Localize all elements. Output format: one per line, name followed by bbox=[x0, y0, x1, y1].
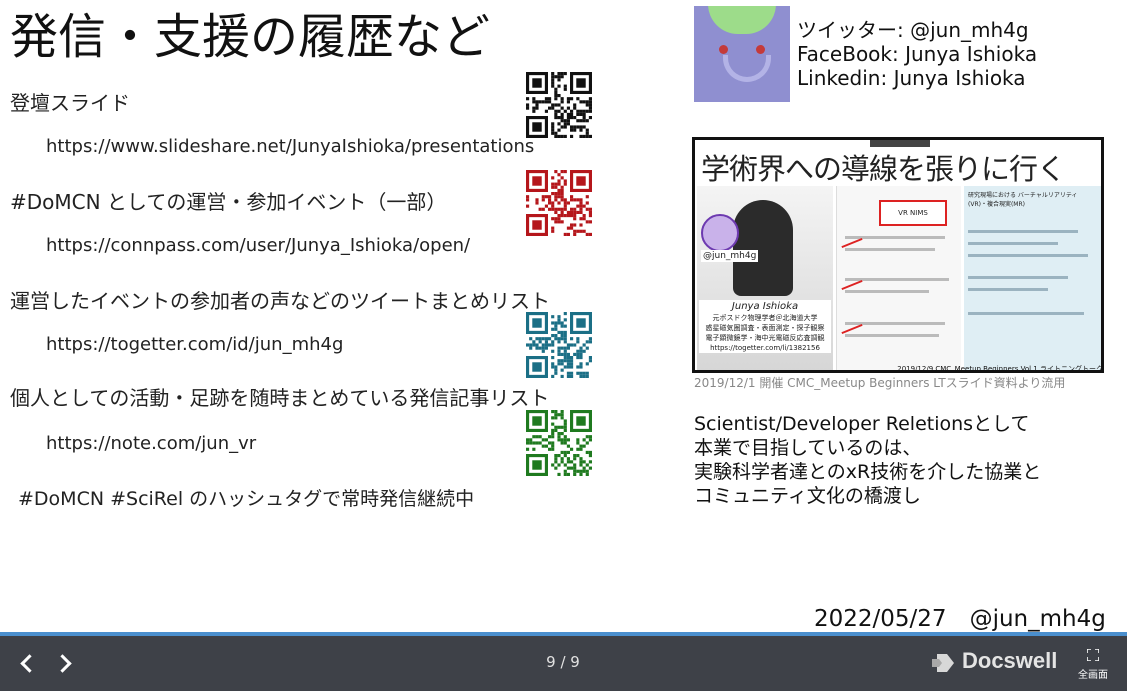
poster-line bbox=[968, 312, 1084, 315]
docswell-logo-icon bbox=[932, 654, 954, 672]
embedded-slide-thumbnail: 学術界への導線を張りに行く @jun_mh4g Junya Ishioka 元ポ… bbox=[692, 137, 1104, 373]
thumbnail-title: 学術界への導線を張りに行く bbox=[701, 152, 1066, 186]
slide-title: 発信・支援の履歴など bbox=[10, 9, 491, 65]
avatar-left-eye bbox=[719, 45, 728, 54]
event-poster: 研究現場における バーチャルリアリティ(VR)・複合現実(MR) bbox=[964, 186, 1101, 370]
poster-heading: 研究現場における バーチャルリアリティ(VR)・複合現実(MR) bbox=[968, 192, 1078, 208]
role-description: Scientist/Developer Reletionsとして 本業で目指して… bbox=[694, 412, 1041, 508]
speaker-badge-icon bbox=[701, 214, 739, 252]
poster-line bbox=[968, 230, 1078, 233]
social-accounts: ツイッター: @jun_mh4g FaceBook: Junya Ishioka… bbox=[797, 18, 1037, 90]
linkedin-name: Linkedin: Junya Ishioka bbox=[797, 66, 1026, 90]
entry-url-slides[interactable]: https://www.slideshare.net/JunyaIshioka/… bbox=[46, 136, 534, 157]
qr-code-togetter bbox=[526, 312, 592, 378]
hashtags-text: #DoMCN #SciRel のハッシュタグで常時発信継続中 bbox=[18, 488, 475, 510]
slide: 発信・支援の履歴など 登壇スライド https://www.slideshare… bbox=[0, 0, 1127, 632]
thumbnail-speaker-name: Junya Ishioka bbox=[731, 301, 799, 312]
speaker-photo: @jun_mh4g Junya Ishioka 元ポスドク物理学者＠北海道大学 … bbox=[697, 186, 833, 370]
brand-name: Docswell bbox=[962, 648, 1058, 673]
facebook-name: FaceBook: Junya Ishioka bbox=[797, 42, 1038, 66]
viewer-toolbar: 9 / 9 Docswell 全画面 bbox=[0, 632, 1127, 691]
poster-line bbox=[968, 288, 1048, 291]
entry-label-note: 個人としての活動・足跡を随時まとめている発信記事リスト bbox=[10, 386, 550, 410]
thumbnail-credit: 2019/12/1 開催 CMC_Meetup Beginners LTスライド… bbox=[694, 376, 1066, 390]
search-results-screenshot: VR NIMS bbox=[836, 186, 961, 370]
fullscreen-label: 全画面 bbox=[1078, 670, 1108, 681]
qr-code-events bbox=[526, 170, 592, 236]
thumbnail-event-footer: 2019/12/9 CMC_Meetup Beginners Vol.1 ライト… bbox=[897, 365, 1103, 373]
entry-url-togetter[interactable]: https://togetter.com/id/jun_mh4g bbox=[46, 334, 343, 355]
fullscreen-icon bbox=[1087, 649, 1099, 661]
poster-line bbox=[968, 242, 1058, 245]
previous-slide-button[interactable] bbox=[13, 650, 39, 676]
description-line: コミュニティ文化の橋渡し bbox=[694, 485, 921, 507]
entry-url-note[interactable]: https://note.com/jun_vr bbox=[46, 433, 256, 454]
thumbnail-handle: @jun_mh4g bbox=[701, 250, 759, 262]
page-indicator: 9 / 9 bbox=[546, 653, 580, 671]
qr-code-note bbox=[526, 410, 592, 476]
fullscreen-button[interactable]: 全画面 bbox=[1076, 646, 1110, 686]
next-slide-button[interactable] bbox=[52, 650, 78, 676]
poster-line bbox=[968, 254, 1088, 257]
description-line: Scientist/Developer Reletionsとして bbox=[694, 413, 1030, 435]
result-line bbox=[845, 334, 939, 337]
description-line: 本業で目指しているのは、 bbox=[694, 437, 922, 459]
avatar-smile bbox=[723, 55, 771, 82]
caption-line: 電子顕微鏡学・海中光電磁反応査調観 bbox=[705, 334, 825, 342]
chevron-left-icon bbox=[20, 654, 39, 673]
caption-line: https://togetter.com/li/1382156 bbox=[710, 344, 820, 352]
slide-date: 2022/05/27 @jun_mh4g bbox=[814, 606, 1106, 632]
result-line bbox=[845, 290, 929, 293]
red-arrow-icon bbox=[841, 279, 863, 291]
avatar bbox=[694, 6, 790, 102]
avatar-head bbox=[708, 6, 776, 34]
chevron-right-icon bbox=[53, 654, 72, 673]
description-line: 実験科学者達とのxR技術を介した協業と bbox=[694, 461, 1042, 483]
poster-line bbox=[968, 276, 1068, 279]
avatar-right-eye bbox=[756, 45, 765, 54]
speaker-figure bbox=[733, 200, 793, 296]
caption-line: 元ポスドク物理学者＠北海道大学 bbox=[712, 314, 818, 322]
caption-line: 惑星磁気圏調査・表面測定・探子観察 bbox=[705, 324, 825, 332]
entry-url-events[interactable]: https://connpass.com/user/Junya_Ishioka/… bbox=[46, 235, 470, 256]
thumbnail-caption: Junya Ishioka 元ポスドク物理学者＠北海道大学 惑星磁気圏調査・表面… bbox=[699, 300, 831, 353]
entry-label-togetter: 運営したイベントの参加者の声などのツイートまとめリスト bbox=[10, 289, 550, 313]
entry-label-events: #DoMCN としての運営・参加イベント（一部） bbox=[10, 190, 447, 214]
red-arrow-icon bbox=[841, 237, 863, 249]
twitter-handle: ツイッター: @jun_mh4g bbox=[797, 18, 1029, 42]
entry-label-slides: 登壇スライド bbox=[10, 91, 130, 115]
result-line bbox=[845, 248, 935, 251]
qr-code-slides bbox=[526, 72, 592, 138]
slide-progress-bar bbox=[0, 632, 1127, 636]
search-query-box: VR NIMS bbox=[879, 200, 947, 226]
red-arrow-icon bbox=[841, 323, 863, 335]
